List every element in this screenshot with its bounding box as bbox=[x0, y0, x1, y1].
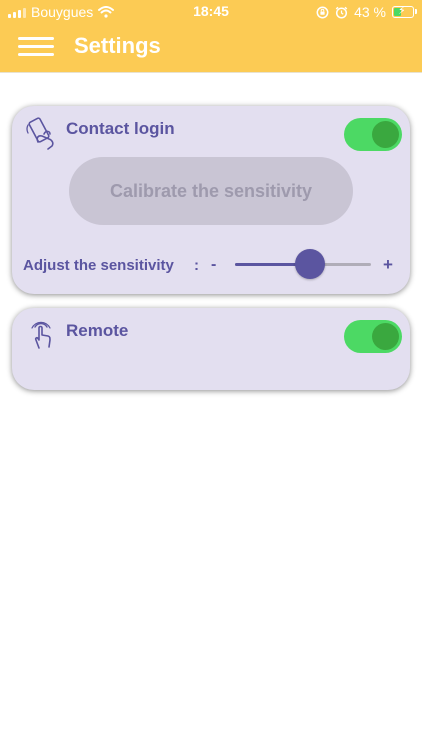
contact-login-card: Contact login Calibrate the sensitivity … bbox=[12, 106, 410, 294]
header: Bouygues 18:45 43 % ⚡ Settings bbox=[0, 0, 422, 73]
rotation-lock-icon bbox=[316, 6, 329, 18]
charging-bolt-icon: ⚡ bbox=[398, 5, 406, 17]
remote-toggle[interactable] bbox=[344, 320, 402, 353]
alarm-icon bbox=[335, 6, 348, 19]
sensitivity-minus-label: - bbox=[211, 256, 217, 273]
page-title: Settings bbox=[74, 33, 161, 58]
sensitivity-label: Adjust the sensitivity bbox=[23, 257, 174, 274]
status-bar: Bouygues 18:45 43 % ⚡ bbox=[0, 0, 422, 24]
menu-line bbox=[18, 53, 54, 56]
touch-finger-icon bbox=[31, 321, 51, 349]
menu-line bbox=[18, 45, 54, 48]
app-bar: Settings bbox=[0, 24, 422, 70]
status-right: 43 % ⚡ bbox=[316, 4, 417, 20]
remote-card: Remote bbox=[12, 308, 410, 390]
toggle-knob bbox=[372, 323, 399, 350]
phone-in-hand-icon bbox=[26, 117, 54, 150]
battery-percent: 43 % bbox=[354, 4, 386, 20]
remote-label: Remote bbox=[66, 321, 129, 340]
menu-line bbox=[18, 37, 54, 40]
toggle-knob bbox=[372, 121, 399, 148]
contact-login-toggle[interactable] bbox=[344, 118, 402, 151]
battery-icon: ⚡ bbox=[392, 5, 417, 18]
sensitivity-colon: : bbox=[194, 257, 199, 274]
calibrate-sensitivity-button[interactable]: Calibrate the sensitivity bbox=[69, 157, 353, 225]
sensitivity-slider[interactable] bbox=[235, 249, 371, 279]
sensitivity-plus-label: + bbox=[383, 255, 393, 274]
slider-thumb[interactable] bbox=[294, 249, 325, 279]
contact-login-label: Contact login bbox=[66, 119, 175, 138]
menu-button[interactable] bbox=[18, 35, 54, 59]
settings-screen: Bouygues 18:45 43 % ⚡ Settings Contact l… bbox=[0, 0, 422, 750]
